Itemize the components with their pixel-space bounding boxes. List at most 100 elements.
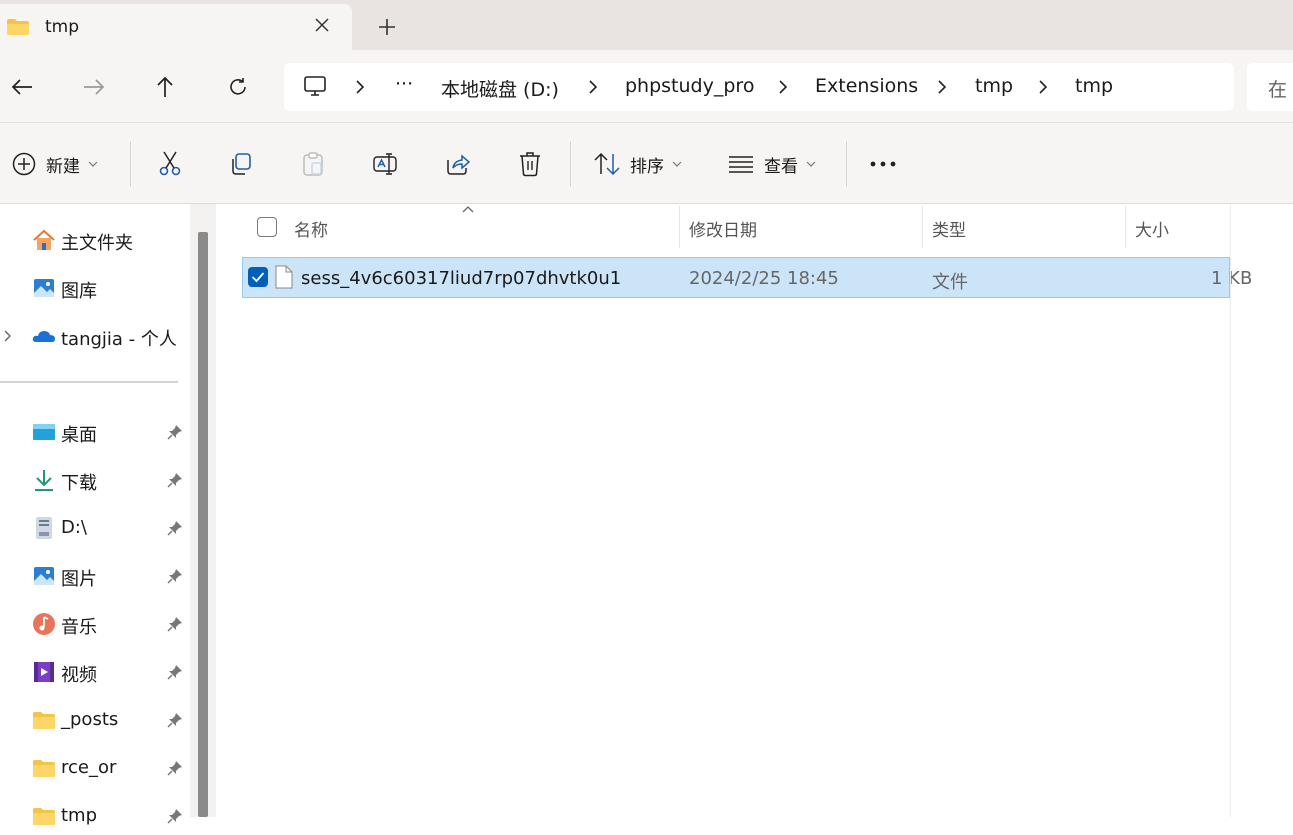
more-icon [870, 161, 896, 167]
row-checkbox[interactable] [248, 267, 268, 287]
new-label: 新建 [46, 156, 80, 177]
pin-icon[interactable] [167, 808, 183, 824]
new-button[interactable]: 新建 [12, 149, 98, 179]
sidebar-item-desktop[interactable]: 桌面 [0, 411, 190, 451]
checkmark-icon [251, 272, 265, 283]
sidebar-item-tmp[interactable]: tmp [0, 795, 190, 835]
breadcrumb-item-tmp[interactable]: tmp [975, 75, 1013, 97]
search-input[interactable]: 在 [1247, 63, 1293, 111]
sidebar-divider [0, 381, 178, 383]
column-header-size[interactable]: 大小 [1135, 216, 1169, 241]
column-header-type[interactable]: 类型 [932, 216, 966, 241]
folder-icon [33, 808, 55, 825]
tab-tmp[interactable]: tmp [0, 4, 352, 50]
breadcrumb-item-tmp-current[interactable]: tmp [1075, 75, 1113, 97]
breadcrumb-item-extensions[interactable]: Extensions [815, 75, 918, 97]
pin-icon[interactable] [167, 472, 183, 488]
sidebar-item-label: rce_or [61, 757, 117, 778]
column-divider[interactable] [1125, 206, 1126, 248]
title-bar: tmp [0, 0, 1293, 50]
sort-button[interactable]: 排序 [594, 149, 682, 179]
table-row[interactable]: sess_4v6c60317liud7rp07dhvtk0u1 2024/2/2… [242, 257, 1252, 298]
sidebar-item-gallery[interactable]: 图库 [0, 267, 190, 307]
file-list: 名称 修改日期 类型 大小 sess_4v6c60317liud7rp07dhv… [216, 204, 1293, 817]
breadcrumb-item-drive[interactable]: 本地磁盘 (D:) [441, 75, 559, 102]
sort-ascending-icon [462, 206, 474, 213]
breadcrumb-overflow[interactable]: ··· [395, 73, 413, 95]
gallery-icon [34, 279, 54, 297]
onedrive-icon [32, 331, 55, 342]
sidebar-item-home[interactable]: 主文件夹 [0, 219, 190, 259]
pictures-icon [34, 567, 54, 585]
copy-icon [232, 153, 251, 175]
share-button[interactable] [445, 149, 471, 179]
more-options-button[interactable] [869, 149, 897, 179]
chevron-right-icon[interactable] [775, 77, 791, 97]
pin-icon[interactable] [167, 568, 183, 584]
address-bar[interactable]: ··· 本地磁盘 (D:) phpstudy_pro Extensions tm… [284, 63, 1234, 111]
desktop-icon [33, 424, 55, 440]
file-type: 文件 [932, 272, 968, 293]
column-header-name[interactable]: 名称 [294, 216, 328, 241]
chevron-down-icon [672, 161, 682, 167]
refresh-button[interactable] [223, 72, 253, 102]
select-all-checkbox[interactable] [257, 217, 277, 237]
toolbar-divider [846, 141, 847, 187]
delete-button[interactable] [518, 149, 542, 179]
tab-title: tmp [45, 17, 80, 37]
column-header-modified[interactable]: 修改日期 [689, 216, 757, 241]
new-tab-button[interactable] [374, 14, 400, 40]
sidebar-item-drive-d[interactable]: D:\ [0, 507, 190, 547]
toolbar-divider [570, 141, 571, 187]
sidebar-item-label: tangjia - 个人 [61, 329, 177, 350]
sidebar-item-label: tmp [61, 805, 98, 826]
arrow-right-icon [84, 79, 105, 95]
cut-button[interactable] [158, 149, 182, 179]
forward-button[interactable] [79, 72, 109, 102]
chevron-right-icon[interactable] [352, 77, 368, 97]
trash-icon [520, 152, 540, 177]
plus-icon [379, 19, 395, 35]
chevron-right-icon[interactable] [585, 77, 601, 97]
folder-icon [33, 760, 55, 777]
pin-icon[interactable] [167, 712, 183, 728]
download-icon [35, 470, 53, 491]
share-icon [447, 154, 471, 175]
sidebar-item-videos[interactable]: 视频 [0, 651, 190, 691]
sidebar-item-pictures[interactable]: 图片 [0, 555, 190, 595]
pin-icon[interactable] [167, 616, 183, 632]
chevron-right-icon[interactable] [1035, 77, 1051, 97]
plus-circle-icon [12, 152, 36, 176]
up-button[interactable] [150, 72, 180, 102]
sidebar-item-music[interactable]: 音乐 [0, 603, 190, 643]
sidebar-item-posts[interactable]: _posts [0, 699, 190, 739]
sidebar-item-downloads[interactable]: 下载 [0, 459, 190, 499]
sort-label: 排序 [630, 156, 664, 177]
toolbar-divider [130, 141, 131, 187]
pin-icon[interactable] [167, 664, 183, 680]
view-button[interactable]: 查看 [728, 149, 816, 179]
pin-icon[interactable] [167, 760, 183, 776]
breadcrumb-item-phpstudy[interactable]: phpstudy_pro [625, 75, 754, 97]
column-divider[interactable] [679, 206, 680, 248]
folder-icon [7, 19, 29, 35]
close-icon[interactable] [311, 14, 333, 36]
sidebar-item-rce-or[interactable]: rce_or [0, 747, 190, 787]
arrow-left-icon [11, 79, 32, 95]
drive-icon [36, 517, 52, 539]
paste-button[interactable] [301, 149, 325, 179]
sidebar-item-label: 图片 [61, 569, 97, 590]
chevron-right-icon[interactable] [2, 328, 14, 344]
sidebar-scrollbar-thumb[interactable] [198, 232, 208, 817]
rename-button[interactable] [373, 149, 399, 179]
chevron-right-icon[interactable] [934, 77, 950, 97]
back-button[interactable] [7, 72, 37, 102]
sidebar-item-label: 图库 [61, 281, 97, 302]
column-divider[interactable] [922, 206, 923, 248]
pin-icon[interactable] [167, 520, 183, 536]
copy-button[interactable] [229, 149, 253, 179]
pin-icon[interactable] [167, 424, 183, 440]
sidebar-item-onedrive[interactable]: tangjia - 个人 [0, 315, 190, 355]
search-placeholder: 在 [1268, 79, 1288, 101]
sidebar-item-label: 音乐 [61, 617, 97, 638]
